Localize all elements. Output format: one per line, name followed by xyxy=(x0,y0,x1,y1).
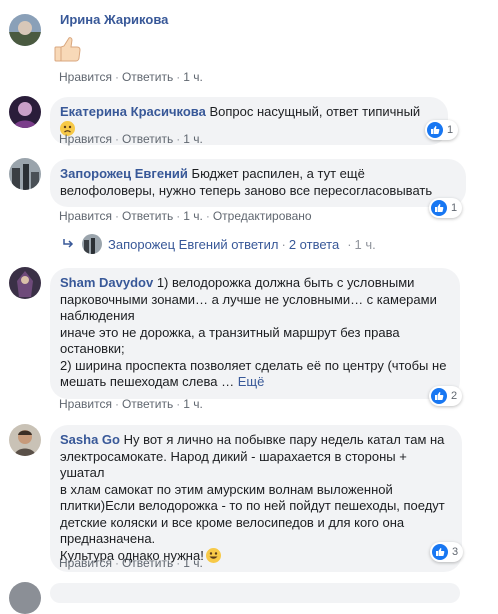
like-link[interactable]: Нравится xyxy=(59,556,112,570)
reaction-number: 3 xyxy=(452,546,459,558)
reaction-number: 1 xyxy=(451,202,458,214)
comment-text-line: 1) велодорожка должна быть с условными xyxy=(156,275,415,290)
comment-text-line: электросамокате. Народ дикий - шарахаетс… xyxy=(60,448,407,481)
reaction-count[interactable]: 2 xyxy=(429,386,463,406)
avatar[interactable] xyxy=(9,582,41,614)
comment-time[interactable]: 1 ч. xyxy=(183,397,203,411)
like-link[interactable]: Нравится xyxy=(59,132,112,146)
reaction-count[interactable]: 1 xyxy=(429,198,463,218)
comment-text-line: плитки)Если велодорожка - то по ней пойд… xyxy=(60,498,445,513)
reply-arrow-icon xyxy=(62,237,74,252)
author-name[interactable]: Sasha Go xyxy=(60,432,120,447)
comment-text-line: Бюджет распилен, а тут ещё xyxy=(191,166,365,181)
comment-bubble: Sham Davydov 1) велодорожка должна быть … xyxy=(50,268,460,399)
comment-text-line: велофоловеры, нужно теперь заново все пе… xyxy=(60,182,433,198)
comment-bubble xyxy=(50,583,460,603)
comment-text-line: остановки; xyxy=(60,341,125,356)
comment-text-line: предназначена. xyxy=(60,531,156,546)
reply-link[interactable]: Ответить xyxy=(122,209,173,223)
comment-text-line: парковочными зонами… а лучше не условным… xyxy=(60,291,437,307)
avatar[interactable] xyxy=(9,96,41,128)
comment-actions: Нравится · Ответить · 1 ч. xyxy=(59,132,203,146)
like-reaction-icon xyxy=(431,388,447,404)
smile-emoji-icon xyxy=(205,547,221,563)
reaction-count[interactable]: 3 xyxy=(430,542,464,562)
reaction-number: 2 xyxy=(451,390,458,402)
avatar xyxy=(82,234,102,254)
like-reaction-icon xyxy=(432,544,448,560)
comment-time[interactable]: 1 ч. xyxy=(183,209,203,223)
edited-label[interactable]: Отредактировано xyxy=(213,209,312,223)
like-link[interactable]: Нравится xyxy=(59,209,112,223)
comment-time[interactable]: 1 ч. xyxy=(183,70,203,84)
avatar[interactable] xyxy=(9,267,41,299)
thumbs-up-sticker-icon xyxy=(52,34,82,64)
comment-text-line: мешать пешеходам слева … xyxy=(60,374,235,389)
comment-text-line: иначе это не дорожка, а транзитный маршр… xyxy=(60,324,400,340)
comment-text-line: наблюдения xyxy=(60,308,135,323)
reply-time: 1 ч. xyxy=(354,236,376,252)
comment-text-line: детские коляски и все кроме велосипедов … xyxy=(60,514,405,530)
comment-text-line: в хлам самокат по этим амурским волнам в… xyxy=(60,481,393,497)
see-more-link[interactable]: Ещё xyxy=(238,374,265,389)
author-name[interactable]: Екатерина Красичкова xyxy=(60,104,206,119)
view-replies-link[interactable]: Запорожец Евгений ответил · 2 ответа · 1… xyxy=(62,234,376,254)
comment-time[interactable]: 1 ч. xyxy=(183,556,203,570)
reply-link[interactable]: Ответить xyxy=(122,70,173,84)
comment-text-line: Ну вот я лично на побывке пару недель ка… xyxy=(123,432,445,447)
comment-actions: Нравится · Ответить · 1 ч. xyxy=(59,70,203,84)
author-name[interactable]: Запорожец Евгений xyxy=(60,166,188,181)
comment-actions: Нравится · Ответить · 1 ч. xyxy=(59,556,203,570)
like-link[interactable]: Нравится xyxy=(59,70,112,84)
comment-bubble: Запорожец Евгений Бюджет распилен, а тут… xyxy=(50,159,466,207)
avatar[interactable] xyxy=(9,14,41,46)
comment-text: Вопрос насущный, ответ типичный xyxy=(209,104,421,119)
reply-link[interactable]: Ответить xyxy=(122,397,173,411)
reply-link[interactable]: Ответить xyxy=(122,132,173,146)
comment-bubble: Ирина Жарикова xyxy=(50,12,178,29)
comment-bubble: Sasha Go Ну вот я лично на побывке пару … xyxy=(50,425,462,572)
reaction-number: 1 xyxy=(447,124,454,136)
comment-actions: Нравится · Ответить · 1 ч. · Отредактировано xyxy=(59,209,312,223)
avatar[interactable] xyxy=(9,424,41,456)
reply-count: 2 ответа xyxy=(288,236,340,252)
comment-time[interactable]: 1 ч. xyxy=(183,132,203,146)
avatar[interactable] xyxy=(9,158,41,190)
author-name[interactable]: Ирина Жарикова xyxy=(60,12,168,27)
reply-summary-text: Запорожец Евгений ответил xyxy=(108,236,279,252)
author-name[interactable]: Sham Davydov xyxy=(60,275,153,290)
like-reaction-icon xyxy=(431,200,447,216)
like-link[interactable]: Нравится xyxy=(59,397,112,411)
like-reaction-icon xyxy=(427,122,443,138)
reply-link[interactable]: Ответить xyxy=(122,556,173,570)
reaction-count[interactable]: 1 xyxy=(425,120,459,140)
comment-actions: Нравится · Ответить · 1 ч. xyxy=(59,397,203,411)
comment-text-line: 2) ширина проспекта позволяет сделать её… xyxy=(60,357,447,373)
